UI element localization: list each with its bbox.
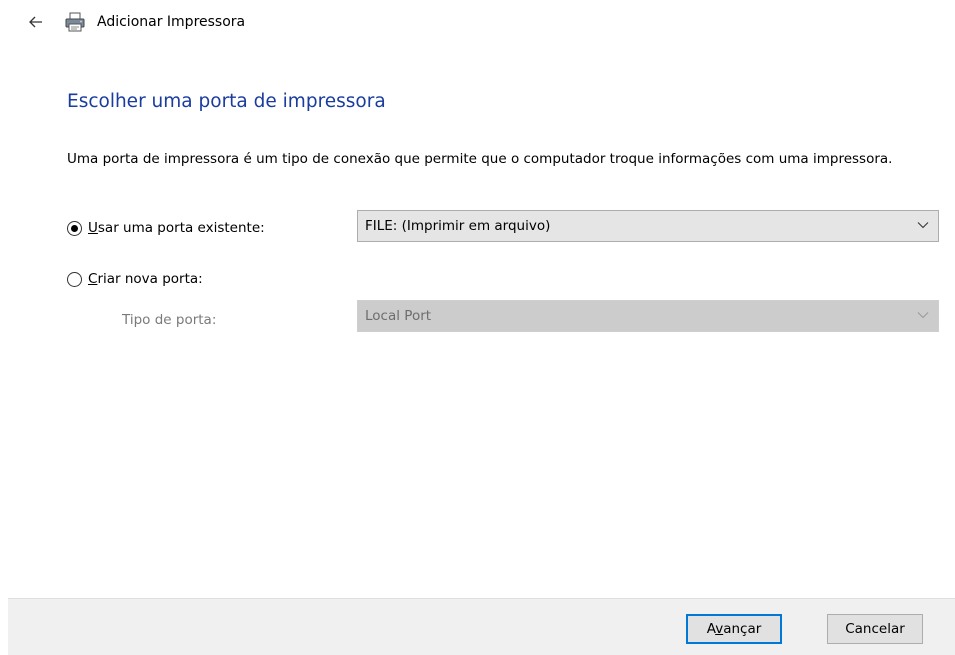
port-type-value: Local Port [365, 308, 432, 324]
page-heading: Escolher uma porta de impressora [67, 91, 386, 112]
button-bar [8, 598, 955, 655]
existing-port-value: FILE: (Imprimir em arquivo) [365, 218, 551, 234]
access-key: U [88, 220, 98, 236]
existing-port-label: Usar uma porta existente: [88, 219, 265, 237]
radio-button-unchecked[interactable] [67, 271, 82, 287]
next-label-part: A [706, 621, 716, 637]
existing-port-dropdown[interactable]: FILE: (Imprimir em arquivo) [357, 210, 939, 242]
page-description: Uma porta de impressora é um tipo de con… [67, 151, 893, 167]
chevron-down-icon [917, 312, 929, 319]
port-type-label: Tipo de porta: [122, 312, 217, 328]
window-title: Adicionar Impressora [97, 14, 246, 30]
access-key: v [715, 621, 724, 637]
new-port-radio[interactable]: Criar nova porta: [67, 270, 203, 288]
next-button[interactable]: Avançar [686, 614, 782, 644]
existing-port-radio[interactable]: Usar uma porta existente: [67, 219, 265, 237]
new-port-label: Criar nova porta: [88, 270, 203, 288]
arrow-left-icon [29, 16, 42, 28]
chevron-down-icon [917, 222, 929, 229]
label-text: riar nova porta: [97, 271, 203, 287]
port-type-dropdown[interactable]: Local Port [357, 300, 939, 332]
title-bar: Adicionar Impressora [0, 0, 955, 48]
radio-button-checked[interactable] [67, 220, 82, 236]
next-label-part: ançar [723, 621, 762, 637]
cancel-button[interactable]: Cancelar [827, 614, 923, 644]
printer-icon [64, 12, 86, 32]
next-label: Avançar [707, 621, 762, 637]
label-text: sar uma porta existente: [97, 220, 265, 236]
back-button[interactable] [24, 10, 48, 34]
